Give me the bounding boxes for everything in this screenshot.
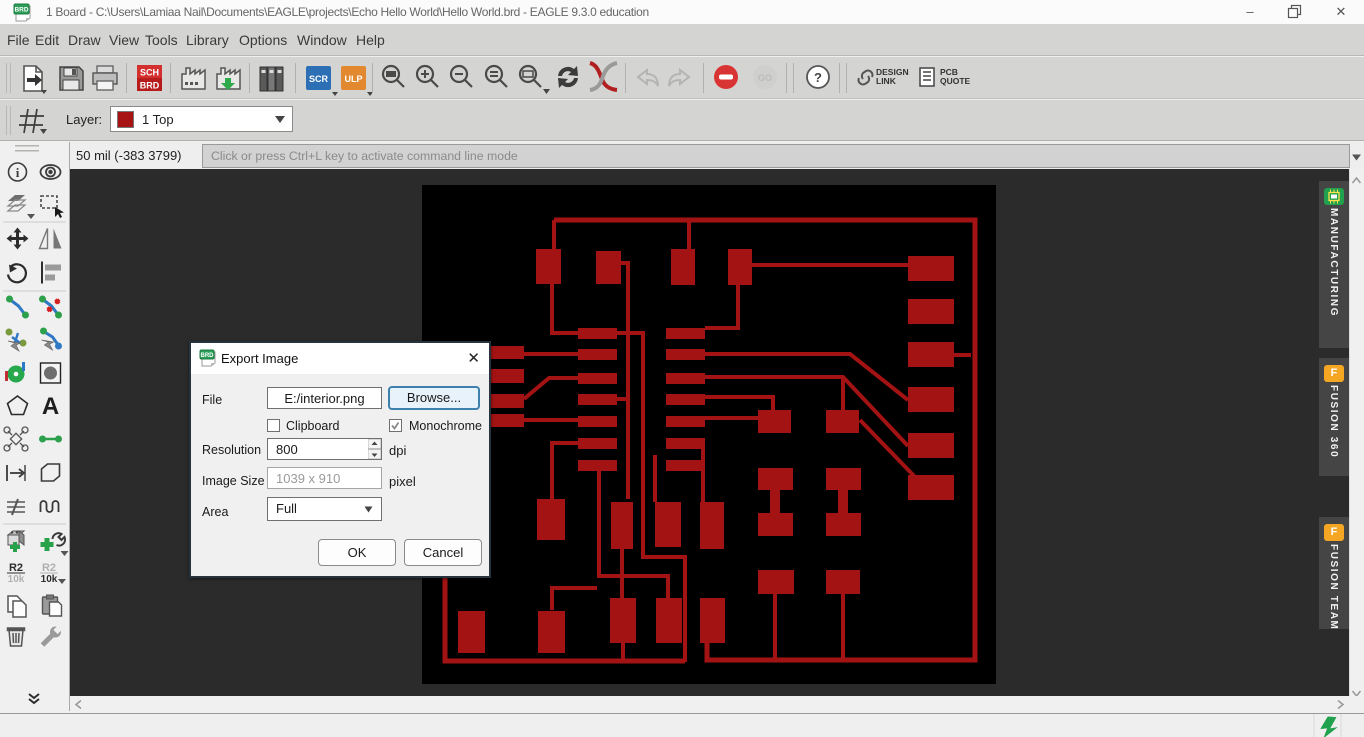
svg-text:10k: 10k xyxy=(8,574,25,585)
svg-text:?: ? xyxy=(814,70,822,85)
svg-text:10k: 10k xyxy=(41,574,58,585)
svg-text:ULP: ULP xyxy=(345,74,363,84)
svg-text:LINK: LINK xyxy=(876,76,897,86)
svg-text:R2: R2 xyxy=(9,562,23,574)
svg-text:SCH: SCH xyxy=(140,68,159,78)
svg-text:GO: GO xyxy=(758,73,772,83)
svg-text:A: A xyxy=(42,393,59,420)
svg-text:BRD: BRD xyxy=(14,7,28,14)
svg-text:R2: R2 xyxy=(42,562,56,574)
svg-text:BRD: BRD xyxy=(201,353,215,359)
svg-text:QUOTE: QUOTE xyxy=(940,76,971,86)
svg-text:BRD: BRD xyxy=(140,81,160,91)
svg-text:SCR: SCR xyxy=(309,74,329,84)
svg-text:i: i xyxy=(16,165,20,180)
